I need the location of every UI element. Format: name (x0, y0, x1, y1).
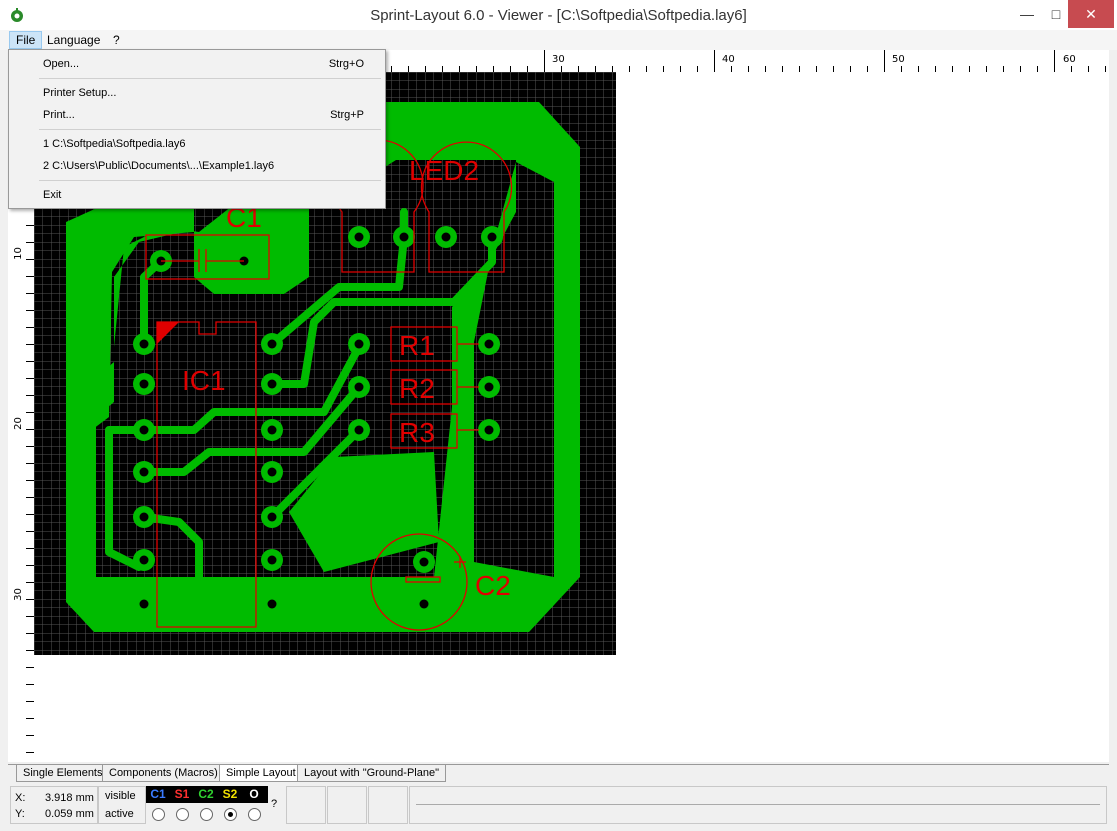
menu-item-recent-1-label: 1 C:\Softpedia\Softpedia.lay6 (43, 138, 186, 150)
active-layer-o-radio[interactable] (248, 808, 261, 821)
ruler-label-30v: 30 (12, 588, 24, 601)
x-label: X: (15, 792, 26, 804)
pad-hole (484, 425, 494, 435)
menu-separator (39, 129, 381, 130)
menu-help[interactable]: ? (107, 31, 126, 49)
layer-row-labels: visible active (98, 786, 146, 824)
layer-selector: C1 S1 C2 S2 O (146, 786, 268, 822)
tab-single-elements[interactable]: Single Elements (16, 765, 110, 782)
pad-hole (419, 557, 429, 567)
pad-hole (399, 232, 409, 242)
x-value: 3.918 mm (45, 792, 94, 804)
layer-c2-toggle[interactable]: C2 (194, 787, 218, 801)
label-r3: R3 (399, 417, 435, 448)
menu-item-print-shortcut: Strg+P (330, 109, 364, 121)
y-value: 0.059 mm (45, 808, 94, 820)
layer-s1-toggle[interactable]: S1 (170, 787, 194, 801)
menu-item-printer-setup[interactable]: Printer Setup... (10, 83, 384, 103)
pad-hole (267, 512, 277, 522)
pad-hole (139, 425, 149, 435)
status-panel-2 (327, 786, 367, 824)
menu-bar: File Language ? (0, 30, 1117, 50)
pad-hole (139, 599, 149, 609)
label-ic1: IC1 (182, 365, 226, 396)
pad-hole (267, 379, 277, 389)
pad-hole (354, 232, 364, 242)
ruler-label-60: 60 (1063, 54, 1076, 65)
pad-hole (267, 599, 277, 609)
pad-hole (419, 599, 429, 609)
minimize-icon: — (1020, 6, 1034, 22)
status-panel-3 (368, 786, 408, 824)
layer-c1-toggle[interactable]: C1 (146, 787, 170, 801)
pad-hole (441, 232, 451, 242)
title-bar: Sprint-Layout 6.0 - Viewer - [C:\Softped… (0, 0, 1117, 31)
pad-hole (484, 382, 494, 392)
layer-s2-toggle[interactable]: S2 (218, 787, 242, 801)
pad-hole (354, 425, 364, 435)
menu-separator (39, 78, 381, 79)
active-layer-c2-radio[interactable] (200, 808, 213, 821)
pad-hole (267, 425, 277, 435)
pad-hole (487, 232, 497, 242)
status-bar: X: 3.918 mm Y: 0.059 mm visible active C… (8, 784, 1109, 826)
y-label: Y: (15, 808, 25, 820)
close-button[interactable]: ✕ (1068, 0, 1114, 28)
pad-hole (139, 467, 149, 477)
pad-hole (267, 467, 277, 477)
tab-simple-layout[interactable]: Simple Layout (219, 765, 303, 782)
ruler-label-10: 10 (12, 247, 24, 260)
close-icon: ✕ (1085, 6, 1097, 22)
pad-hole (267, 339, 277, 349)
ruler-label-20: 20 (12, 417, 24, 430)
menu-item-print-label: Print... (43, 109, 75, 121)
maximize-icon: □ (1051, 6, 1061, 22)
active-label: active (105, 808, 134, 820)
status-panel-1 (286, 786, 326, 824)
menu-item-exit-label: Exit (43, 189, 62, 201)
label-r1: R1 (399, 330, 435, 361)
active-layer-s2-radio[interactable] (224, 808, 237, 821)
pad-hole (354, 382, 364, 392)
label-c2: C2 (475, 570, 511, 601)
menu-item-recent-2[interactable]: 2 C:\Users\Public\Documents\...\Example1… (10, 156, 384, 176)
pad-hole (267, 555, 277, 565)
layer-o-toggle[interactable]: O (242, 787, 266, 801)
menu-item-recent-2-label: 2 C:\Users\Public\Documents\...\Example1… (43, 160, 275, 172)
ruler-label-40: 40 (722, 54, 735, 65)
pad-hole (139, 339, 149, 349)
window-title: Sprint-Layout 6.0 - Viewer - [C:\Softped… (370, 7, 747, 24)
menu-file[interactable]: File (9, 31, 43, 49)
visible-label: visible (105, 790, 136, 802)
pad-hole (354, 339, 364, 349)
tab-components[interactable]: Components (Macros) (102, 765, 225, 782)
label-r2: R2 (399, 373, 435, 404)
menu-item-exit[interactable]: Exit (10, 185, 384, 205)
status-panel-message (409, 786, 1107, 824)
menu-language[interactable]: Language (41, 31, 106, 49)
pad-hole (139, 512, 149, 522)
pad-hole (484, 339, 494, 349)
coordinates-panel: X: 3.918 mm Y: 0.059 mm (10, 786, 98, 824)
menu-item-open[interactable]: Open... Strg+O (10, 54, 384, 74)
layout-tabs: Single Elements Components (Macros) Simp… (8, 764, 1109, 783)
menu-item-open-label: Open... (43, 58, 80, 70)
menu-item-open-shortcut: Strg+O (328, 58, 364, 70)
menu-item-print[interactable]: Print... Strg+P (10, 105, 384, 125)
menu-item-printer-setup-label: Printer Setup... (43, 87, 117, 99)
ruler-label-50: 50 (892, 54, 905, 65)
menu-separator (39, 180, 381, 181)
active-layer-c1-radio[interactable] (152, 808, 165, 821)
file-dropdown-menu: Open... Strg+O Printer Setup... Print...… (8, 49, 386, 209)
active-layer-s1-radio[interactable] (176, 808, 189, 821)
label-led2: LED2 (409, 155, 479, 186)
tab-ground-plane[interactable]: Layout with "Ground-Plane" (297, 765, 446, 782)
ruler-label-30: 30 (552, 54, 565, 65)
layer-help-button[interactable]: ? (271, 798, 277, 810)
menu-item-recent-1[interactable]: 1 C:\Softpedia\Softpedia.lay6 (10, 134, 384, 154)
pad-hole (139, 555, 149, 565)
status-divider (416, 804, 1100, 805)
pad-hole (139, 379, 149, 389)
